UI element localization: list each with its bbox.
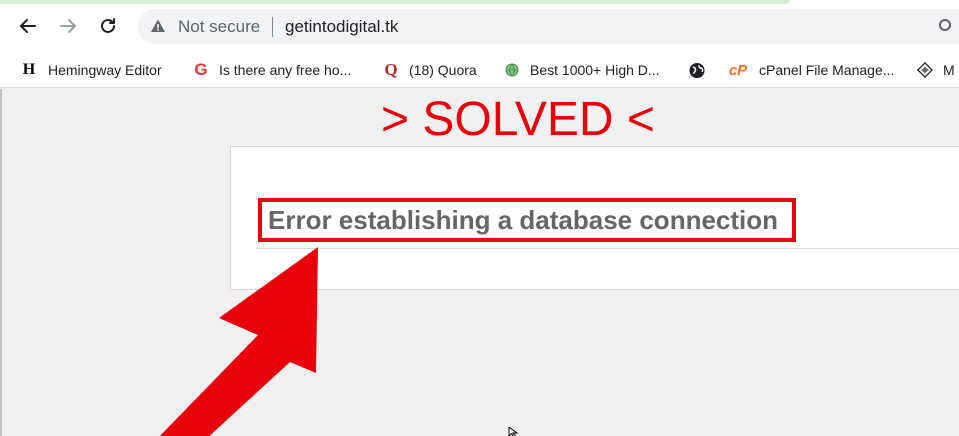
annotation-arrow-icon <box>159 247 318 436</box>
mouse-cursor-icon <box>508 427 519 436</box>
